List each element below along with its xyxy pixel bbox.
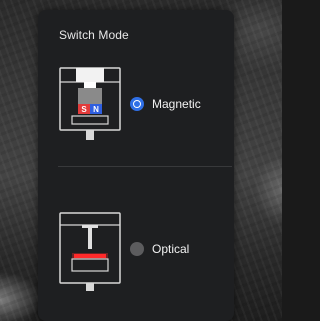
panel-title: Switch Mode [59,28,129,42]
magnetic-label[interactable]: Magnetic [152,97,201,111]
magnetic-switch-icon: S N [59,67,121,140]
optical-label[interactable]: Optical [152,242,189,256]
optical-radio[interactable] [130,242,144,256]
switch-mode-panel: Switch Mode S N Magnetic Optical [38,10,234,321]
pole-s-label: S [81,105,87,114]
pole-n-label: N [93,105,99,114]
magnetic-radio[interactable] [130,97,144,111]
option-optical[interactable]: Optical [38,205,234,291]
options-divider [58,166,232,167]
optical-switch-icon [59,212,121,291]
option-magnetic[interactable]: S N Magnetic [38,60,234,144]
